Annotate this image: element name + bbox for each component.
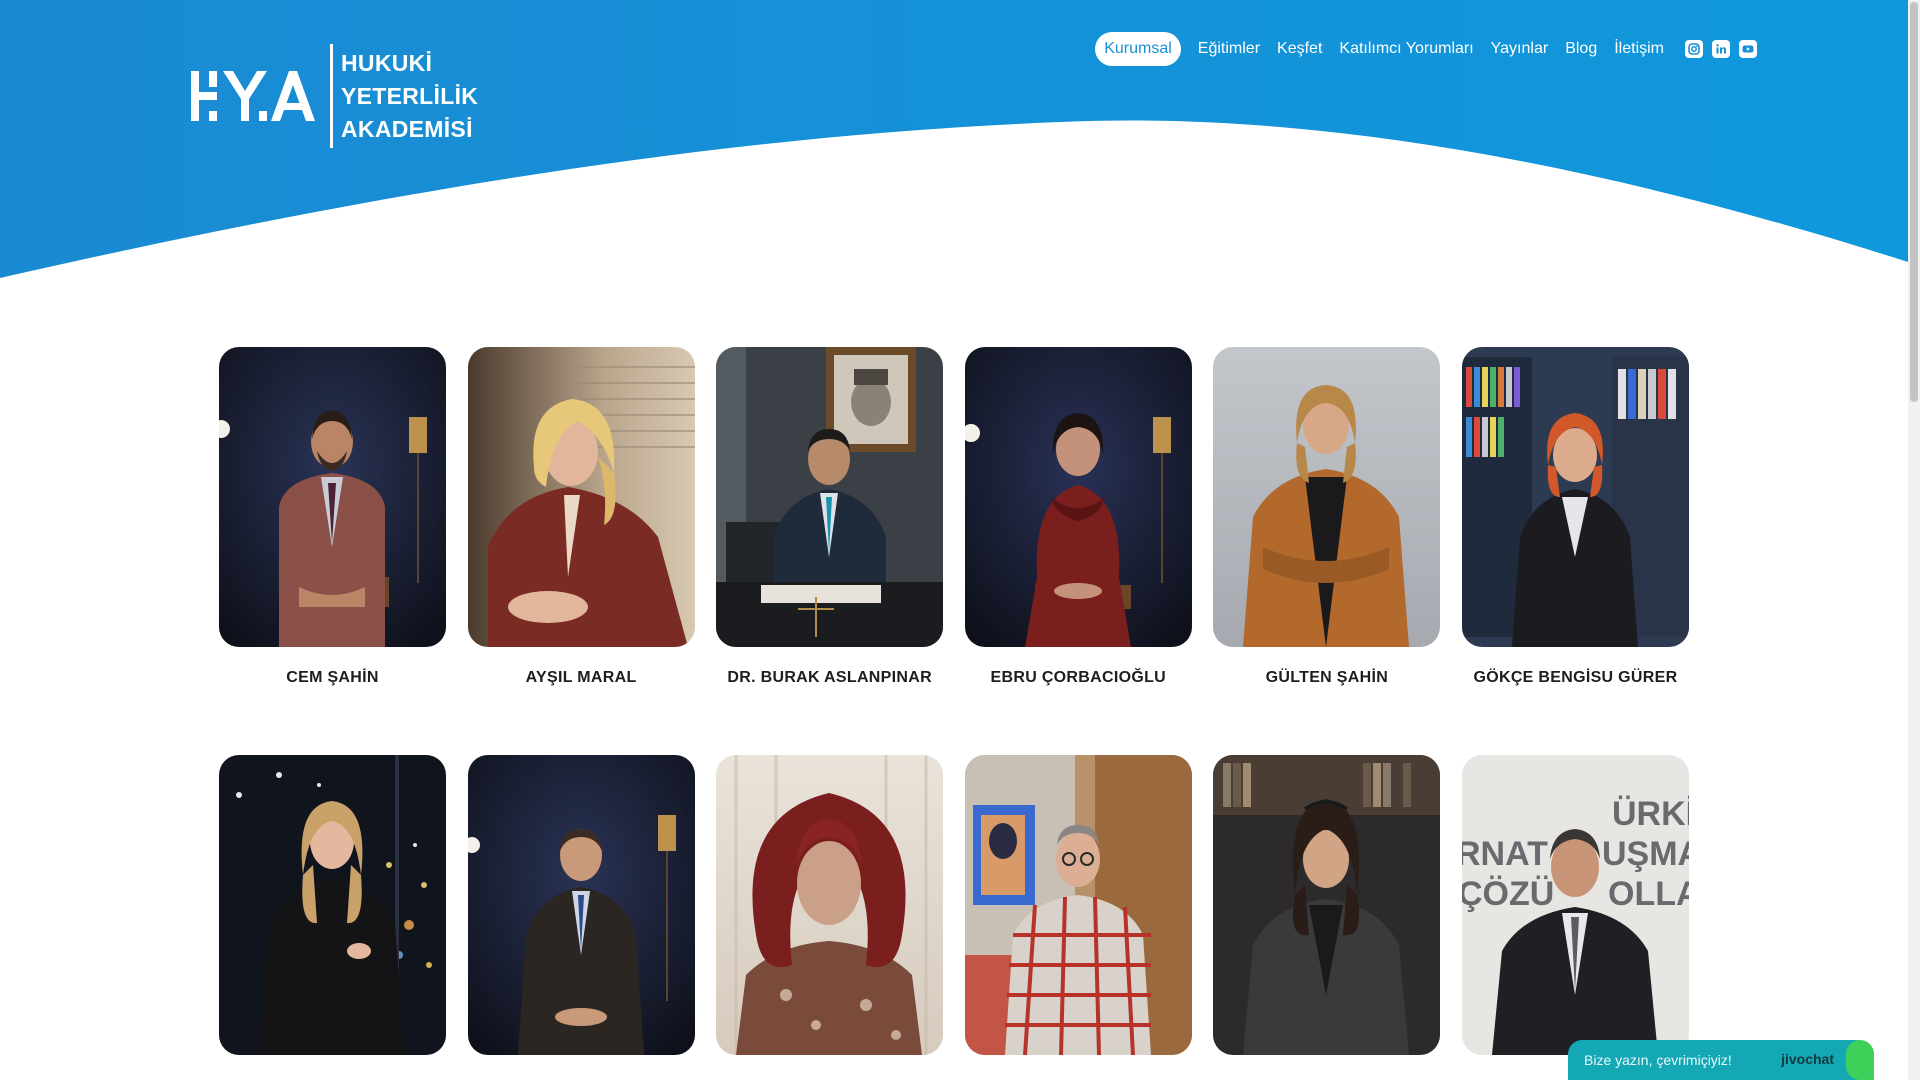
social-links [1676, 40, 1757, 58]
instructor-name: DR. BURAK ASLANPINAR [727, 669, 932, 686]
page-scrollbar[interactable] [1908, 0, 1920, 1080]
instructor-photo [467, 755, 695, 1055]
instructor-card[interactable] [467, 755, 695, 1077]
nav-item-iletisim[interactable]: İletişim [1614, 40, 1664, 58]
chat-brand-logo: jivochat [1781, 1051, 1834, 1067]
instructor-card[interactable]: DR. BURAK ASLANPINAR [716, 347, 944, 687]
linkedin-icon[interactable] [1712, 40, 1730, 58]
logo-line-2: YETERLİLİK [341, 82, 479, 109]
instructor-card[interactable]: EBRU ÇORBACIOĞLU [964, 347, 1192, 687]
main-nav: Kurumsal Eğitimler Keşfet Katılımcı Yoru… [1095, 32, 1757, 66]
instructor-card[interactable] [1213, 755, 1441, 1077]
instructor-photo [716, 347, 944, 647]
instructor-name: CEM ŞAHİN [286, 669, 379, 686]
instructor-card[interactable]: GÖKÇE BENGİSU GÜRER [1461, 347, 1689, 687]
svg-text:OLLAR: OLLAR [1608, 875, 1689, 913]
instructor-card[interactable]: GÜLTEN ŞAHİN [1213, 347, 1441, 687]
logo-mark-icon [189, 67, 317, 125]
instructor-photo [1461, 347, 1689, 647]
instructor-card[interactable]: AYŞIL MARAL [467, 347, 695, 687]
instagram-icon[interactable] [1685, 40, 1703, 58]
logo-wordmark: HUKUKİ YETERLİLİK AKADEMİSİ [341, 47, 478, 146]
instructor-photo [219, 755, 446, 1055]
instructor-grid: CEM ŞAHİN AYŞIL MARAL DR. BURAK ASLANPIN… [219, 347, 1689, 1077]
instructor-photo: ÜRKİYE RNAT UŞMA ÇÖZÜ OLLAR [1461, 755, 1689, 1055]
chat-bubble-icon [1846, 1040, 1874, 1080]
svg-text:ÇÖZÜ: ÇÖZÜ [1462, 875, 1554, 913]
nav-item-yayinlar[interactable]: Yayınlar [1491, 40, 1549, 58]
instructor-name: GÖKÇE BENGİSU GÜRER [1473, 669, 1678, 686]
instructor-photo [964, 755, 1192, 1055]
instructor-card[interactable] [219, 755, 446, 1077]
logo-line-3: AKADEMİSİ [341, 115, 473, 142]
nav-item-egitimler[interactable]: Eğitimler [1198, 40, 1260, 58]
logo-line-1: HUKUKİ [341, 49, 433, 76]
scrollbar-thumb[interactable] [1910, 2, 1918, 402]
instructor-card[interactable] [716, 755, 944, 1077]
chat-widget[interactable]: Bize yazın, çevrimiçiyiz! jivochat [1568, 1040, 1874, 1080]
instructor-photo [467, 347, 695, 647]
instructor-name: AYŞIL MARAL [525, 669, 637, 686]
instructor-card[interactable]: CEM ŞAHİN [219, 347, 446, 687]
instructor-card[interactable]: ÜRKİYE RNAT UŞMA ÇÖZÜ OLLAR [1461, 755, 1689, 1077]
instructor-photo [1213, 347, 1441, 647]
svg-text:UŞMA: UŞMA [1602, 835, 1689, 873]
instructor-photo [1213, 755, 1441, 1055]
svg-text:RNAT: RNAT [1462, 835, 1548, 873]
nav-item-katilimci-yorumlari[interactable]: Katılımcı Yorumları [1339, 40, 1473, 58]
nav-item-kurumsal[interactable]: Kurumsal [1095, 32, 1181, 66]
nav-item-kesfet[interactable]: Keşfet [1277, 40, 1322, 58]
instructor-name: GÜLTEN ŞAHİN [1265, 669, 1389, 686]
nav-item-blog[interactable]: Blog [1565, 40, 1597, 58]
logo-divider [330, 44, 333, 148]
instructor-photo [964, 347, 1192, 647]
instructor-photo [219, 347, 446, 647]
site-logo[interactable]: HUKUKİ YETERLİLİK AKADEMİSİ [189, 44, 478, 148]
svg-text:ÜRKİYE: ÜRKİYE [1612, 795, 1689, 833]
instructor-card[interactable] [964, 755, 1192, 1077]
youtube-icon[interactable] [1739, 40, 1757, 58]
instructor-name: EBRU ÇORBACIOĞLU [990, 669, 1167, 686]
instructor-photo [716, 755, 944, 1055]
chat-prompt: Bize yazın, çevrimiçiyiz! [1584, 1052, 1732, 1068]
